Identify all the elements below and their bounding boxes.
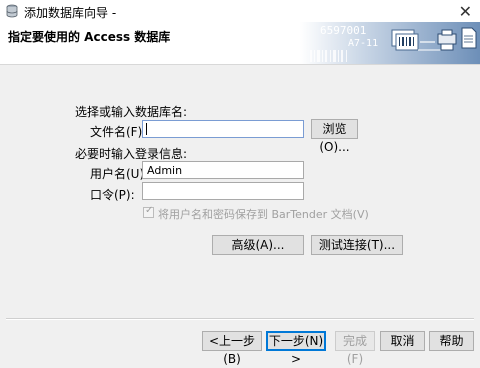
help-button[interactable]: 帮助 — [429, 331, 474, 351]
checkmark-icon: ✓ — [145, 205, 154, 216]
password-label: 口令(P): — [90, 188, 135, 202]
close-icon[interactable]: ✕ — [459, 2, 472, 21]
login-section-label: 必要时输入登录信息: — [75, 147, 188, 161]
banner-art-number: 6597001 — [320, 24, 366, 37]
username-input[interactable]: Admin — [142, 161, 304, 179]
page-title: 指定要使用的 Access 数据库 — [8, 30, 171, 44]
cancel-button[interactable]: 取消 — [380, 331, 425, 351]
banner-art-code: A7-11 — [348, 38, 378, 49]
password-input[interactable] — [142, 182, 304, 200]
test-connection-button[interactable]: 测试连接(T)... — [311, 235, 403, 255]
back-button[interactable]: <上一步(B) — [202, 331, 262, 366]
window-title: 添加数据库向导 - — [24, 6, 117, 20]
database-app-icon — [6, 4, 18, 18]
username-value: Admin — [147, 164, 183, 177]
database-section-label: 选择或输入数据库名: — [75, 105, 188, 119]
save-credentials-label: 将用户名和密码保存到 BarTender 文档(V) — [158, 208, 369, 221]
filename-input[interactable] — [142, 120, 304, 138]
wizard-banner: 指定要使用的 Access 数据库 6597001 A7-11 — [0, 22, 480, 65]
text-caret — [146, 123, 147, 135]
finish-button[interactable]: 完成(F) — [335, 331, 375, 366]
title-bar: 添加数据库向导 - ✕ — [0, 0, 480, 23]
username-label: 用户名(U): — [90, 167, 149, 181]
barcode-banner-art-icon: 6597001 A7-11 — [300, 22, 480, 64]
advanced-button[interactable]: 高级(A)... — [212, 235, 304, 255]
browse-button[interactable]: 浏览(O)... — [311, 119, 358, 154]
footer-divider — [6, 318, 474, 320]
save-credentials-checkbox[interactable]: ✓ — [143, 205, 154, 218]
next-button[interactable]: 下一步(N) > — [266, 331, 326, 366]
filename-label: 文件名(F): — [90, 125, 147, 139]
